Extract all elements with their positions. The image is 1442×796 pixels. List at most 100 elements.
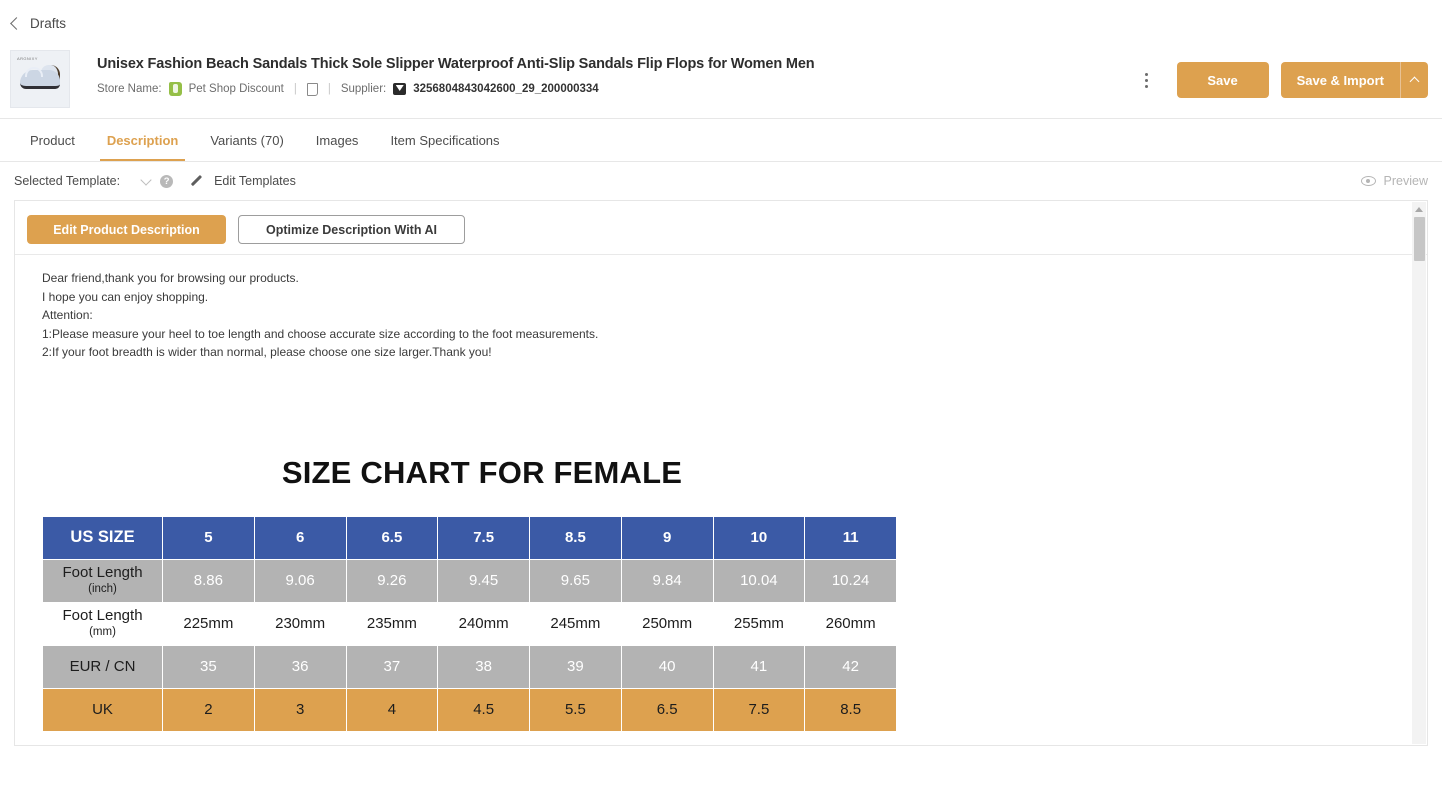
eye-icon: [1360, 176, 1376, 186]
table-cell: 41: [712, 644, 806, 689]
table-cell: 240mm: [437, 601, 530, 646]
preview-button[interactable]: Preview: [1360, 174, 1428, 188]
table-cell: 36: [253, 644, 347, 689]
row-label-sub: (inch): [88, 582, 117, 595]
kebab-dot: [1145, 84, 1149, 88]
save-and-import-button[interactable]: Save & Import: [1280, 62, 1400, 98]
description-line: Dear friend,thank you for browsing our p…: [42, 271, 299, 285]
shopify-icon: [168, 82, 182, 96]
selected-template-label: Selected Template:: [14, 174, 121, 188]
table-cell: 42: [804, 644, 897, 689]
product-info: Unisex Fashion Beach Sandals Thick Sole …: [70, 50, 1133, 96]
table-cell: 4.5: [437, 687, 530, 732]
meta-separator-1: |: [293, 83, 297, 95]
table-cell: 225mm: [162, 601, 255, 646]
table-cell: 245mm: [529, 601, 622, 646]
save-button[interactable]: Save: [1176, 62, 1269, 98]
table-cell: 10: [712, 515, 806, 560]
product-header: ARGNIXY Unisex Fashion Beach Sandals Thi…: [0, 46, 1442, 118]
table-cell: 9.26: [345, 558, 439, 603]
chevron-left-icon: [10, 17, 23, 30]
product-thumbnail[interactable]: ARGNIXY: [10, 50, 70, 108]
table-cell: 2: [162, 687, 255, 732]
vertical-scrollbar[interactable]: [1412, 202, 1426, 744]
table-cell: 9: [620, 515, 714, 560]
row-label: US SIZE: [42, 515, 163, 560]
row-label: Foot Length (mm): [42, 601, 163, 646]
product-meta: Store Name: Pet Shop Discount | | Suppli…: [97, 82, 1133, 96]
table-cell: 235mm: [345, 601, 439, 646]
thumbnail-brand-text: ARGNIXY: [17, 56, 38, 61]
table-cell: 10.04: [712, 558, 806, 603]
row-label-main: Foot Length: [62, 606, 143, 624]
kebab-dot: [1145, 72, 1149, 76]
description-line: 1:Please measure your heel to toe length…: [42, 326, 599, 341]
table-cell: 10.24: [804, 558, 897, 603]
table-cell: 11: [804, 515, 897, 560]
row-label-main: Foot Length: [62, 563, 143, 581]
row-label-sub: (mm): [89, 625, 116, 638]
description-content: Dear friend,thank you for browsing our p…: [15, 255, 1427, 755]
table-cell: 230mm: [253, 601, 347, 646]
tab-item-specifications[interactable]: Item Specifications: [374, 119, 515, 161]
kebab-dot: [1145, 78, 1149, 82]
table-cell: 6: [253, 515, 347, 560]
table-cell: 5: [162, 515, 255, 560]
description-toolbar: Edit Product Description Optimize Descri…: [15, 201, 1427, 254]
table-cell: 8.5: [804, 687, 897, 732]
table-cell: 250mm: [620, 601, 714, 646]
table-cell: 8.86: [162, 558, 255, 603]
row-label: Foot Length (inch): [42, 558, 163, 603]
description-line: 2:If your foot breadth is wider than nor…: [42, 345, 492, 360]
save-and-import-split-button[interactable]: Save & Import: [1280, 62, 1428, 98]
help-circle-icon[interactable]: ?: [160, 174, 174, 188]
header-actions: Save Save & Import: [1133, 50, 1428, 98]
tab-description[interactable]: Description: [91, 119, 195, 161]
table-cell: 260mm: [804, 601, 897, 646]
supplier-icon: [393, 83, 407, 95]
description-line: I hope you can enjoy shopping.: [42, 289, 209, 304]
table-cell: 7.5: [712, 687, 806, 732]
more-vertical-icon[interactable]: [1133, 66, 1161, 94]
row-label: EUR / CN: [42, 644, 163, 689]
table-cell: 255mm: [712, 601, 806, 646]
chevron-down-icon[interactable]: [140, 173, 152, 186]
pencil-icon[interactable]: [189, 175, 202, 188]
table-cell: 6.5: [620, 687, 714, 732]
optimize-description-with-ai-button[interactable]: Optimize Description With AI: [238, 215, 465, 244]
table-cell: 4: [345, 687, 439, 732]
shoe-strap-shape: [25, 67, 43, 77]
tab-variants[interactable]: Variants (70): [194, 119, 299, 161]
back-label: Drafts: [30, 15, 67, 31]
table-cell: 35: [162, 644, 255, 689]
caret-up-icon: [1409, 76, 1420, 87]
table-cell: 38: [437, 644, 530, 689]
scrollbar-thumb[interactable]: [1413, 217, 1425, 261]
edit-product-description-button[interactable]: Edit Product Description: [27, 215, 226, 244]
table-cell: 6.5: [345, 515, 439, 560]
size-chart-title: SIZE CHART FOR FEMALE: [281, 454, 683, 490]
save-and-import-dropdown-toggle[interactable]: [1400, 62, 1428, 98]
tab-images[interactable]: Images: [300, 119, 375, 161]
supplier-label: Supplier:: [340, 83, 387, 95]
tab-bar: Product Description Variants (70) Images…: [0, 119, 1442, 161]
table-cell: 7.5: [437, 515, 530, 560]
description-line: Attention:: [42, 308, 93, 323]
table-cell: 40: [620, 644, 714, 689]
table-row: UK 2 3 4 4.5 5.5 6.5 7.5 8.5: [42, 687, 897, 732]
table-cell: 39: [529, 644, 622, 689]
table-cell: 8.5: [529, 515, 622, 560]
edit-templates-link[interactable]: Edit Templates: [214, 174, 296, 188]
meta-separator-2: |: [327, 83, 331, 95]
table-cell: 37: [345, 644, 439, 689]
table-cell: 9.84: [620, 558, 714, 603]
preview-label: Preview: [1383, 174, 1428, 188]
note-icon[interactable]: [306, 82, 318, 96]
store-name-value: Pet Shop Discount: [188, 83, 284, 95]
table-row: Foot Length (mm) 225mm 230mm 235mm 240mm…: [42, 601, 897, 646]
tab-product[interactable]: Product: [14, 119, 91, 161]
back-to-drafts-link[interactable]: Drafts: [10, 15, 67, 31]
scroll-up-arrow-icon[interactable]: [1415, 207, 1423, 212]
table-cell: 3: [253, 687, 347, 732]
row-label: UK: [42, 687, 163, 732]
